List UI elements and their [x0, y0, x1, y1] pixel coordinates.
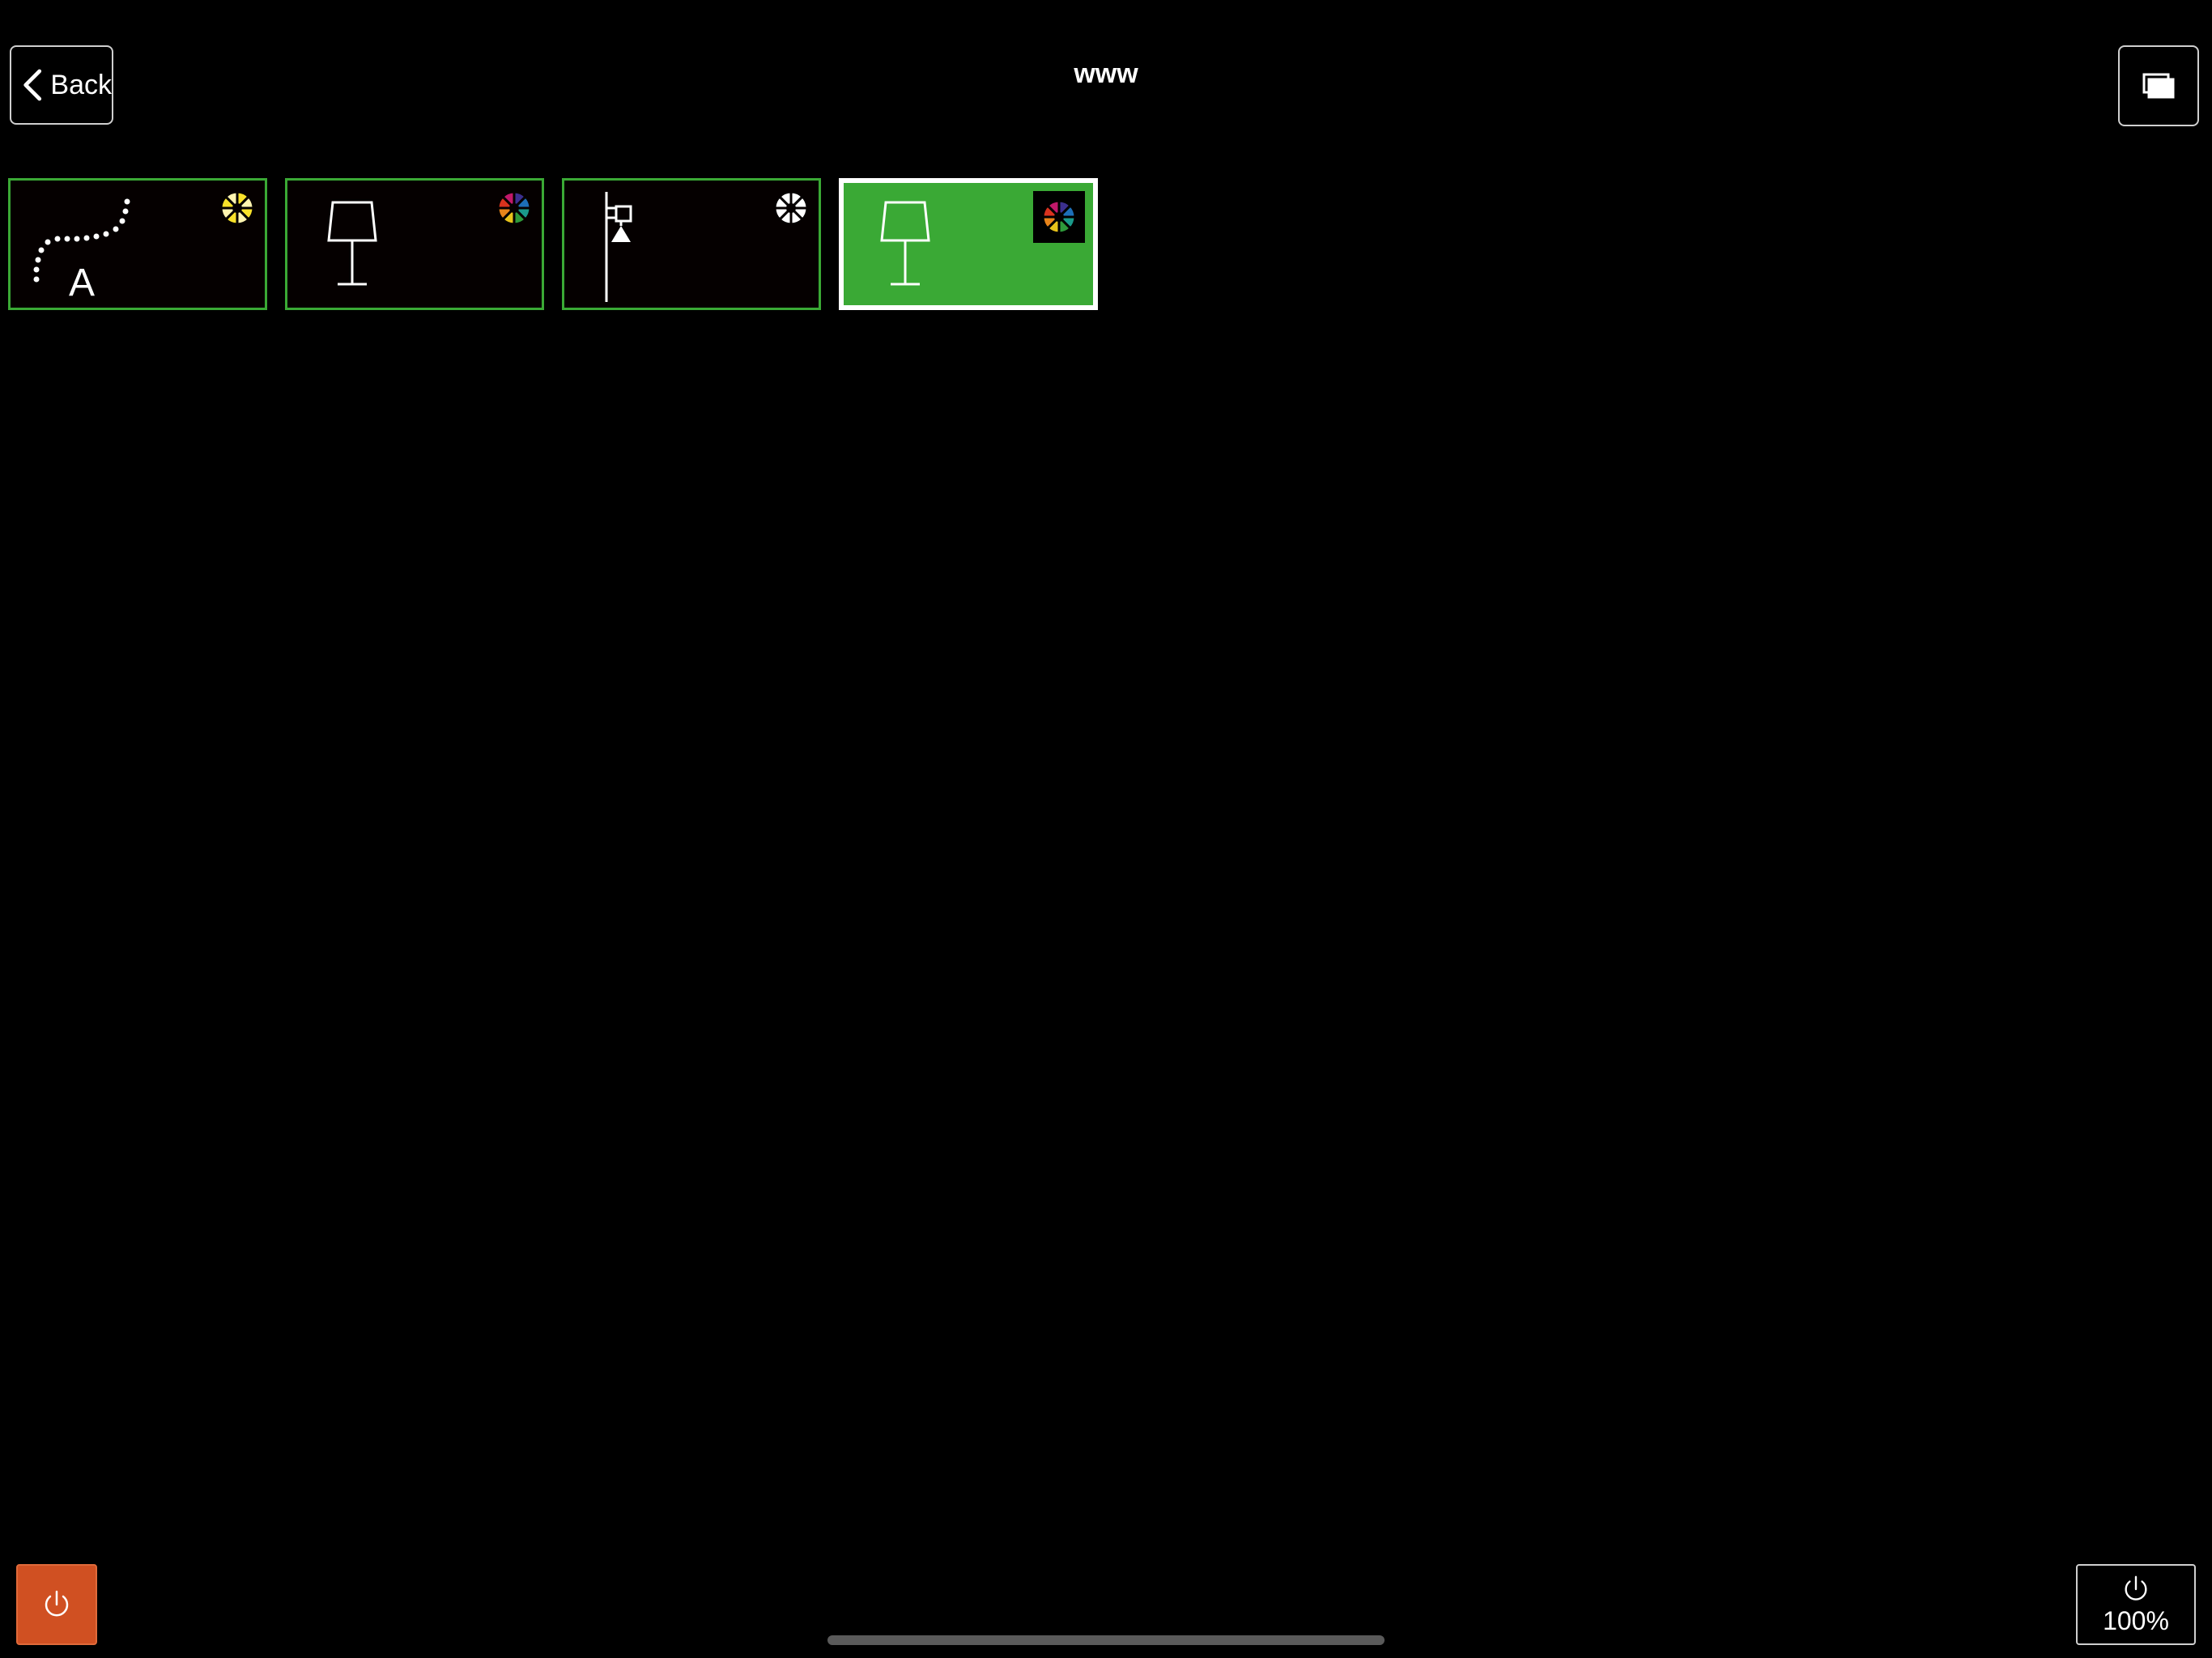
device-tile-table-lamp-active[interactable] [839, 178, 1098, 310]
table-lamp-icon [880, 201, 930, 286]
led-strip-icon: A [33, 198, 130, 301]
dimmer-value: 100% [2103, 1605, 2169, 1635]
screen: Back www A 100% [0, 0, 2212, 1658]
svg-text:A: A [69, 261, 95, 301]
device-tile-table-lamp[interactable] [285, 178, 544, 310]
white-wheel-icon[interactable] [773, 190, 809, 226]
rgb-wheel-icon[interactable] [1033, 191, 1085, 243]
power-off-button[interactable] [16, 1564, 97, 1645]
device-tiles: A [8, 178, 1098, 310]
warm-white-wheel-icon[interactable] [219, 190, 255, 226]
power-icon [2125, 1575, 2147, 1601]
wall-spot-icon [605, 192, 632, 302]
home-indicator[interactable] [827, 1635, 1385, 1645]
dimmer-button[interactable]: 100% [2076, 1564, 2196, 1645]
table-lamp-icon [327, 201, 377, 286]
windows-button[interactable] [2118, 45, 2199, 126]
windows-icon [2142, 73, 2175, 99]
power-icon [45, 1590, 69, 1617]
page-title: www [1074, 58, 1138, 89]
device-tile-wall-spot[interactable] [562, 178, 821, 310]
rgb-wheel-icon[interactable] [496, 190, 532, 226]
device-tile-led-strip[interactable]: A [8, 178, 267, 310]
